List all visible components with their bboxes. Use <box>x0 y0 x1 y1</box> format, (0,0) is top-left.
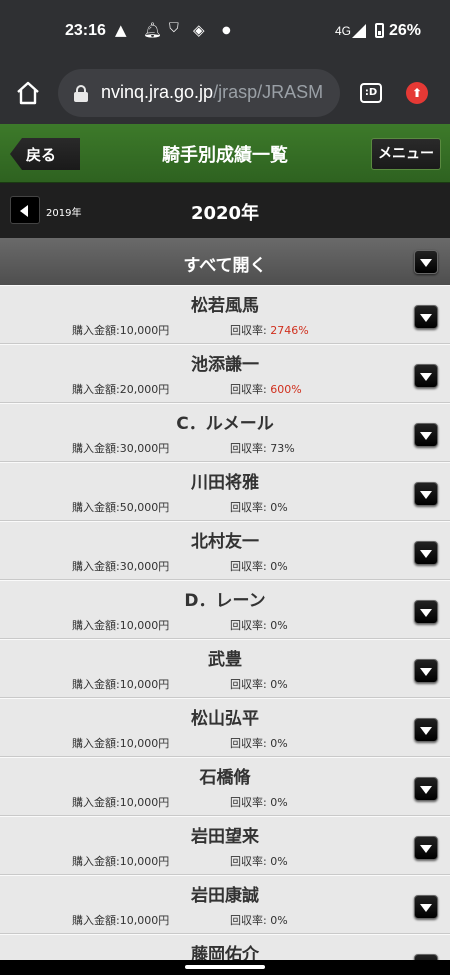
jockey-name: 石橋脩 <box>199 768 251 788</box>
return-rate: 回収率: 2746% <box>230 324 309 337</box>
expand-row-toggle-icon[interactable] <box>414 600 438 624</box>
jockey-name: 岩田康誠 <box>191 886 259 906</box>
expand-row-toggle-icon[interactable] <box>414 423 438 447</box>
menu-button[interactable]: メニュー <box>371 138 441 170</box>
return-rate: 回収率: 0% <box>230 678 288 691</box>
jockey-row[interactable]: 石橋脩購入金額:10,000円 回収率: 0% <box>0 757 450 816</box>
upload-icon[interactable]: ⬆ <box>406 82 428 104</box>
expand-row-toggle-icon[interactable] <box>414 718 438 742</box>
battery-percent: 26% <box>389 22 422 39</box>
purchase-amount: 購入金額:30,000円 <box>72 442 170 455</box>
purchase-amount: 購入金額:10,000円 <box>72 914 170 927</box>
jockey-row[interactable]: 武豊購入金額:10,000円 回収率: 0% <box>0 639 450 698</box>
address-bar[interactable]: nvinq.jra.go.jp/jrasp/JRASM <box>58 69 340 117</box>
jockey-list: 松若風馬購入金額:10,000円 回収率: 2746% 池添謙一購入金額:20,00… <box>0 285 450 975</box>
jockey-name: 岩田望来 <box>191 827 259 847</box>
jockey-row[interactable]: 池添謙一購入金額:20,000円 回収率: 600% <box>0 344 450 403</box>
purchase-amount: 購入金額:10,000円 <box>72 678 170 691</box>
expand-row-toggle-icon[interactable] <box>414 895 438 919</box>
jockey-name: 武豊 <box>208 650 242 670</box>
jockey-row[interactable]: 北村友一購入金額:30,000円 回収率: 0% <box>0 521 450 580</box>
purchase-amount: 購入金額:30,000円 <box>72 560 170 573</box>
return-rate: 回収率: 0% <box>230 560 288 573</box>
page-header: 戻る 騎手別成績一覧 メニュー <box>0 124 450 183</box>
status-bar: 23:16 ▲ 🔔︎ ⛉ ◈ ● 4G 26% <box>0 0 450 62</box>
clock: 23:16 <box>65 22 106 39</box>
return-rate: 回収率: 0% <box>230 501 288 514</box>
jockey-row[interactable]: 岩田望来購入金額:10,000円 回収率: 0% <box>0 816 450 875</box>
purchase-amount: 購入金額:10,000円 <box>72 324 170 337</box>
purchase-amount: 購入金額:20,000円 <box>72 383 170 396</box>
jockey-row[interactable]: 松若風馬購入金額:10,000円 回収率: 2746% <box>0 285 450 344</box>
expand-row-toggle-icon[interactable] <box>414 364 438 388</box>
expand-all-label: すべて開く <box>183 256 267 276</box>
purchase-amount: 購入金額:10,000円 <box>72 796 170 809</box>
url-text[interactable]: nvinq.jra.go.jp/jrasp/JRASM <box>101 82 323 103</box>
year-selector: 2019年 2020年 <box>0 183 450 238</box>
jockey-row[interactable]: 岩田康誠購入金額:10,000円 回収率: 0% <box>0 875 450 934</box>
purchase-amount: 購入金額:50,000円 <box>72 501 170 514</box>
tab-switcher-button[interactable]: :D <box>360 83 382 103</box>
expand-row-toggle-icon[interactable] <box>414 305 438 329</box>
battery-icon <box>375 23 384 38</box>
notification-bell-icon: 🔔︎ <box>143 21 163 39</box>
expand-row-toggle-icon[interactable] <box>414 659 438 683</box>
expand-all-bar[interactable]: すべて開く <box>0 238 450 285</box>
expand-all-toggle-icon[interactable] <box>414 250 438 274</box>
return-rate: 回収率: 73% <box>230 442 295 455</box>
purchase-amount: 購入金額:10,000円 <box>72 737 170 750</box>
home-icon[interactable] <box>14 79 42 107</box>
jockey-name: 北村友一 <box>191 532 259 552</box>
jockey-name: C．ルメール <box>176 414 274 434</box>
jockey-name: 池添謙一 <box>191 355 259 375</box>
home-gesture-handle[interactable] <box>185 965 265 969</box>
return-rate: 回収率: 0% <box>230 914 288 927</box>
purchase-amount: 購入金額:10,000円 <box>72 619 170 632</box>
dot-icon: ● <box>222 25 231 36</box>
purchase-amount: 購入金額:10,000円 <box>72 855 170 868</box>
warning-icon: ▲ <box>115 21 127 39</box>
jockey-name: D．レーン <box>184 591 266 611</box>
lock-icon <box>74 85 88 102</box>
jockey-name: 松山弘平 <box>191 709 259 729</box>
jockey-name: 川田将雅 <box>191 473 259 493</box>
expand-row-toggle-icon[interactable] <box>414 541 438 565</box>
return-rate: 回収率: 0% <box>230 796 288 809</box>
expand-row-toggle-icon[interactable] <box>414 482 438 506</box>
layers-icon: ◈ <box>193 21 205 39</box>
browser-toolbar: nvinq.jra.go.jp/jrasp/JRASM :D ⬆ <box>0 62 450 124</box>
return-rate: 回収率: 600% <box>230 383 302 396</box>
return-rate: 回収率: 0% <box>230 619 288 632</box>
jockey-row[interactable]: C．ルメール 購入金額:30,000円 回収率: 73% <box>0 403 450 462</box>
jockey-row[interactable]: 松山弘平購入金額:10,000円 回収率: 0% <box>0 698 450 757</box>
current-year-label: 2020年 <box>190 203 260 224</box>
jockey-name: 松若風馬 <box>191 296 259 316</box>
return-rate: 回収率: 0% <box>230 855 288 868</box>
return-rate: 回収率: 0% <box>230 737 288 750</box>
jockey-row[interactable]: 川田将雅購入金額:50,000円 回収率: 0% <box>0 462 450 521</box>
expand-row-toggle-icon[interactable] <box>414 836 438 860</box>
network-type: 4G <box>335 24 352 38</box>
jockey-row[interactable]: D．レーン購入金額:10,000円 回収率: 0% <box>0 580 450 639</box>
signal-icon <box>352 24 366 38</box>
shield-icon: ⛉ <box>169 21 179 36</box>
expand-row-toggle-icon[interactable] <box>414 777 438 801</box>
gesture-bar <box>0 960 450 975</box>
